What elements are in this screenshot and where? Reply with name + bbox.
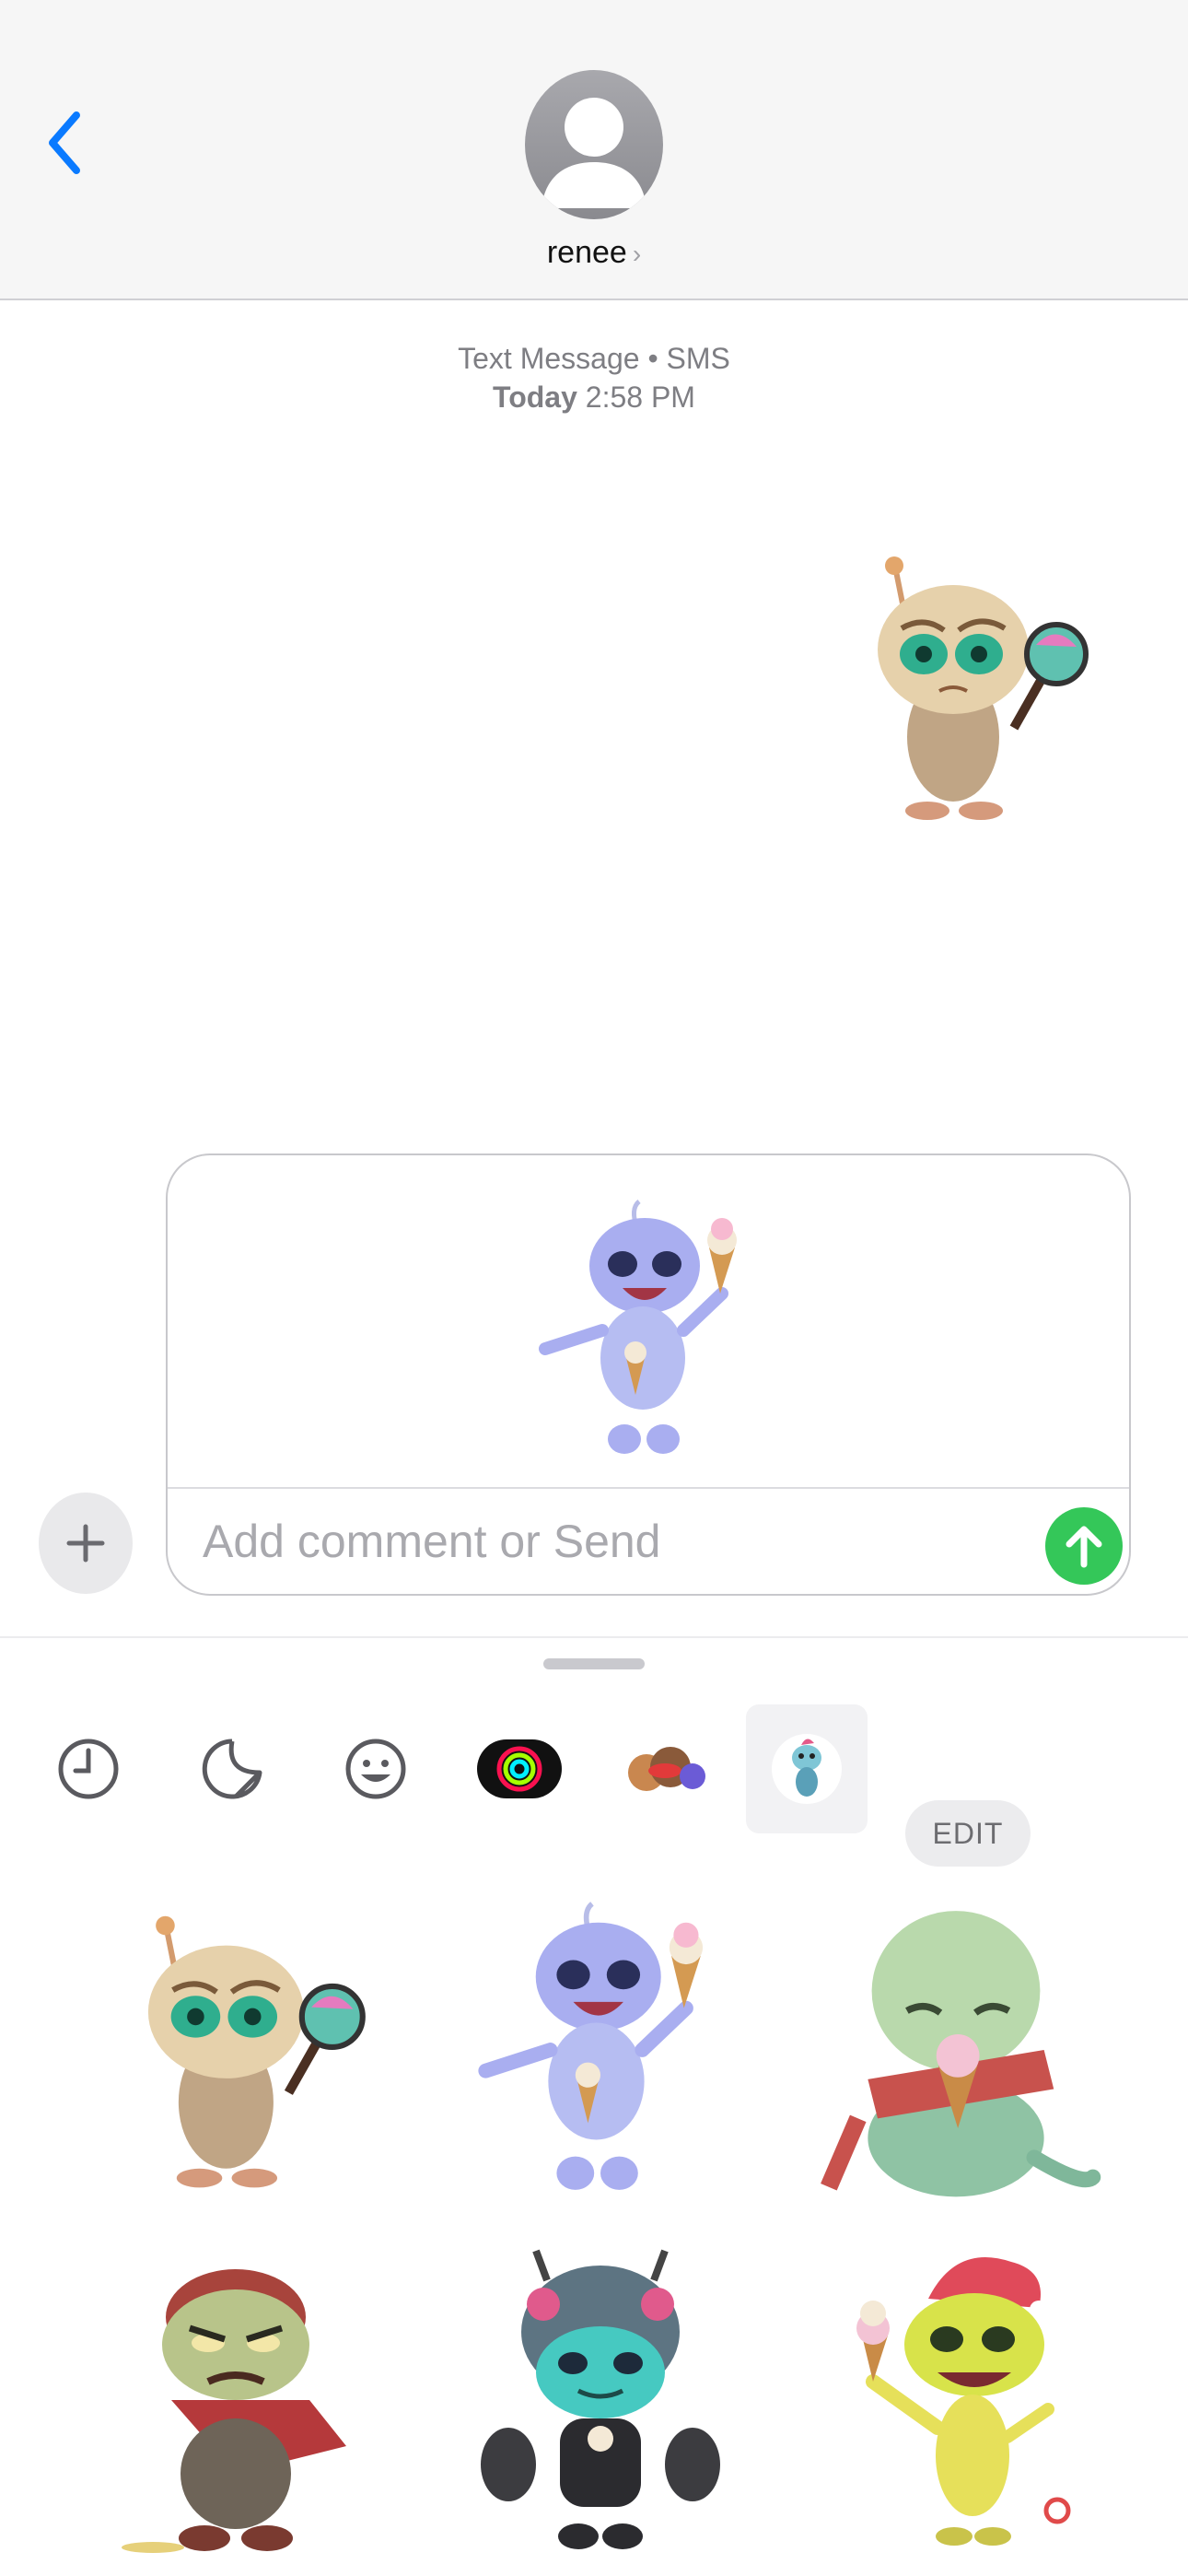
alien-magnifying-glass-sticker <box>878 556 1089 820</box>
conversation-header: renee › <box>0 0 1188 300</box>
alien-jester-ice-cream-sticker <box>856 2257 1071 2546</box>
contact-name[interactable]: renee › <box>0 235 1188 271</box>
tab-activity[interactable] <box>464 1704 575 1833</box>
tab-stickers[interactable] <box>177 1704 287 1833</box>
contact-name-label: renee <box>546 235 627 270</box>
apps-plus-button[interactable] <box>39 1493 133 1594</box>
alien-helmet-dumbbells-sticker <box>481 2249 720 2549</box>
sticker-cell[interactable] <box>79 2230 411 2570</box>
compose-box[interactable]: Add comment or Send <box>166 1153 1131 1596</box>
plus-icon <box>66 1524 105 1563</box>
edit-stickers-button[interactable]: EDIT <box>905 1800 1031 1867</box>
edit-label: EDIT <box>932 1816 1004 1850</box>
message-timestamp: Text Message • SMS Today 2:58 PM <box>0 339 1188 416</box>
chevron-right-icon: › <box>632 240 642 268</box>
sticker-cell[interactable] <box>790 1879 1122 2220</box>
memoji-stickers-icon <box>628 1747 705 1791</box>
sticker-tab-bar: EDIT <box>0 1704 1188 1867</box>
alien-ice-cream-blue-sticker <box>478 1902 704 2190</box>
day-label: Today <box>493 381 577 414</box>
clock-icon <box>58 1739 119 1799</box>
compose-divider <box>168 1487 1129 1489</box>
sent-sticker[interactable] <box>852 534 1091 838</box>
message-input[interactable]: Add comment or Send <box>203 1515 661 1568</box>
alien-magnifying-glass-sticker <box>147 1915 366 2188</box>
alien-ice-cream-blue-sticker <box>539 1200 737 1454</box>
arrow-up-icon <box>1066 1526 1102 1568</box>
sticker-cell[interactable] <box>79 1879 411 2220</box>
drawer-grabber[interactable] <box>543 1658 645 1669</box>
tab-alien-sticker-pack[interactable] <box>746 1704 868 1833</box>
sticker-peel-icon <box>202 1739 262 1799</box>
service-label: Text Message • SMS <box>458 342 730 375</box>
tab-emoji[interactable] <box>320 1704 431 1833</box>
back-button[interactable] <box>37 101 92 184</box>
chevron-left-icon <box>49 111 80 174</box>
tab-recents[interactable] <box>33 1704 144 1833</box>
sticker-cell[interactable] <box>435 2230 766 2570</box>
person-silhouette-icon <box>542 98 646 208</box>
attached-sticker-preview[interactable] <box>527 1192 766 1469</box>
sticker-drawer: EDIT <box>0 1636 1188 2576</box>
alien-green-ice-cream-scarf-sticker <box>821 1911 1101 2197</box>
alien-angry-bandana-sticker <box>122 2269 346 2553</box>
alien-sticker-pack-icon <box>772 1734 842 1804</box>
sticker-cell[interactable] <box>790 2230 1122 2570</box>
time-label: 2:58 PM <box>585 381 695 414</box>
activity-rings-icon <box>477 1739 562 1798</box>
date-time: Today 2:58 PM <box>0 378 1188 416</box>
sticker-grid <box>70 1879 1129 2576</box>
tab-memoji[interactable] <box>608 1704 718 1833</box>
avatar[interactable] <box>525 70 663 219</box>
sticker-cell[interactable] <box>435 1879 766 2220</box>
send-button[interactable] <box>1045 1507 1123 1585</box>
smiley-icon <box>345 1739 406 1799</box>
